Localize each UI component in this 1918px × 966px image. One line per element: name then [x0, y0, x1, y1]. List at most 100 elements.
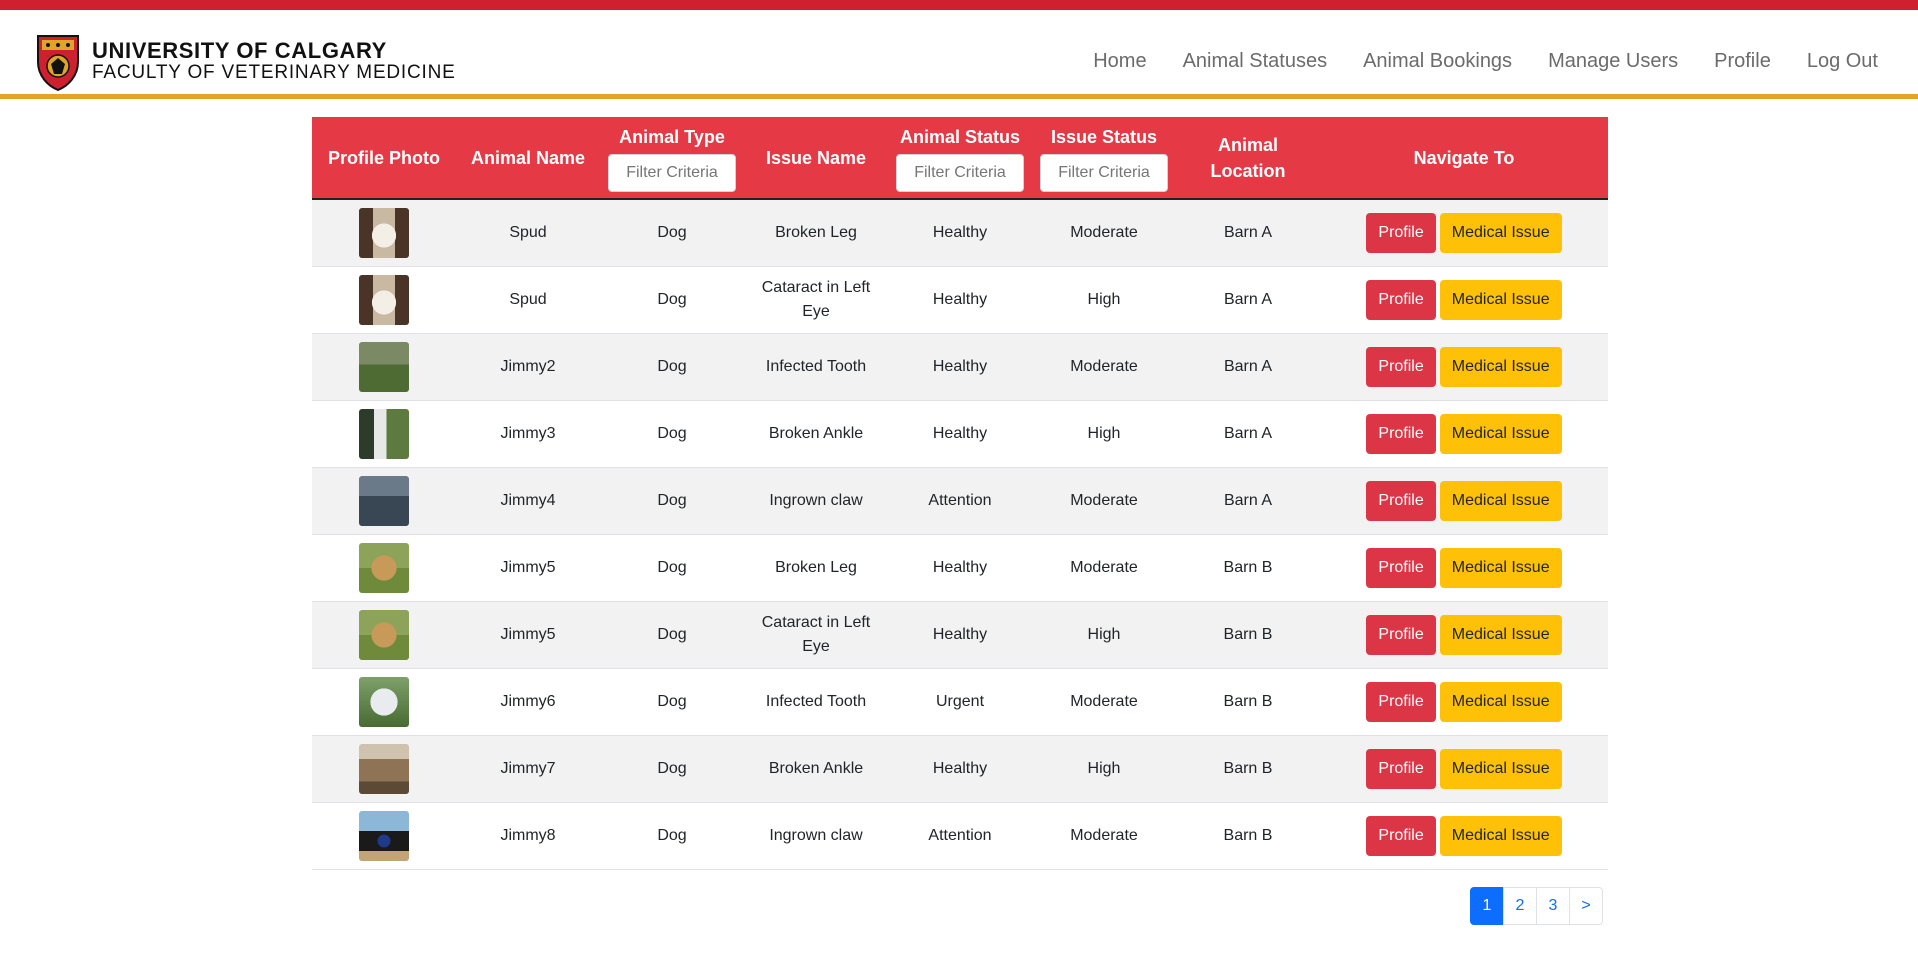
nav-profile[interactable]: Profile	[1714, 50, 1771, 73]
medical-issue-button[interactable]: Medical Issue	[1439, 748, 1562, 789]
issue-status-cell: High	[1032, 400, 1176, 468]
header-issue-status-label: Issue Status	[1050, 126, 1158, 147]
page-3-button[interactable]: 3	[1536, 887, 1570, 925]
issue-status-cell: Moderate	[1032, 802, 1176, 870]
table-row: Jimmy3 Dog Broken Ankle Healthy High Bar…	[312, 400, 1608, 468]
profile-button[interactable]: Profile	[1366, 681, 1436, 722]
issue-status-cell: Moderate	[1032, 333, 1176, 401]
animal-location-cell: Barn A	[1176, 266, 1320, 334]
issue-name-cell: Ingrown claw	[744, 802, 888, 870]
animal-location-cell: Barn A	[1176, 467, 1320, 535]
animal-photo[interactable]	[359, 207, 409, 258]
table-row: Jimmy4 Dog Ingrown claw Attention Modera…	[312, 467, 1608, 535]
animal-type-cell: Dog	[600, 601, 744, 669]
header-issue-name: Issue Name	[744, 117, 888, 200]
table-row: Spud Dog Cataract in Left Eye Healthy Hi…	[312, 266, 1608, 334]
animal-photo[interactable]	[359, 274, 409, 325]
medical-issue-button[interactable]: Medical Issue	[1439, 614, 1562, 655]
header-animal-type: Animal Type	[600, 117, 744, 200]
animal-name-cell: Jimmy4	[456, 467, 600, 535]
profile-button[interactable]: Profile	[1366, 614, 1436, 655]
issue-name-cell: Broken Leg	[744, 534, 888, 602]
animal-name-cell: Spud	[456, 266, 600, 334]
animal-status-cell: Urgent	[888, 668, 1032, 736]
medical-issue-button[interactable]: Medical Issue	[1439, 212, 1562, 253]
animal-location-cell: Barn B	[1176, 534, 1320, 602]
table-row: Jimmy5 Dog Cataract in Left Eye Healthy …	[312, 601, 1608, 669]
issue-status-filter[interactable]	[1040, 153, 1168, 192]
animal-location-cell: Barn A	[1176, 199, 1320, 267]
top-brand-bar	[0, 0, 1918, 10]
animal-status-cell: Attention	[888, 802, 1032, 870]
issue-name-cell: Broken Ankle	[744, 735, 888, 803]
page-1-button[interactable]: 1	[1470, 887, 1504, 925]
animal-name-cell: Jimmy5	[456, 534, 600, 602]
animal-name-cell: Jimmy8	[456, 802, 600, 870]
animal-status-cell: Healthy	[888, 266, 1032, 334]
animal-type-cell: Dog	[600, 333, 744, 401]
issue-status-cell: High	[1032, 601, 1176, 669]
nav-manage-users[interactable]: Manage Users	[1548, 50, 1678, 73]
brand-title: UNIVERSITY OF CALGARY	[92, 38, 387, 63]
animal-photo[interactable]	[359, 475, 409, 526]
site-header: UNIVERSITY OF CALGARY FACULTY OF VETERIN…	[0, 10, 1918, 96]
issue-status-cell: Moderate	[1032, 199, 1176, 267]
nav-animal-bookings[interactable]: Animal Bookings	[1363, 50, 1512, 73]
main-nav: Home Animal Statuses Animal Bookings Man…	[1057, 50, 1878, 73]
profile-button[interactable]: Profile	[1366, 346, 1436, 387]
table-row: Jimmy2 Dog Infected Tooth Healthy Modera…	[312, 333, 1608, 401]
medical-issue-button[interactable]: Medical Issue	[1439, 815, 1562, 856]
profile-button[interactable]: Profile	[1366, 547, 1436, 588]
animal-photo[interactable]	[359, 408, 409, 459]
profile-button[interactable]: Profile	[1366, 748, 1436, 789]
issue-name-cell: Cataract in Left Eye	[744, 601, 888, 669]
animal-status-cell: Healthy	[888, 400, 1032, 468]
animal-type-cell: Dog	[600, 534, 744, 602]
table-row: Jimmy8 Dog Ingrown claw Attention Modera…	[312, 802, 1608, 870]
animal-type-filter[interactable]	[608, 153, 736, 192]
issue-status-cell: Moderate	[1032, 534, 1176, 602]
issue-status-cell: High	[1032, 266, 1176, 334]
medical-issue-button[interactable]: Medical Issue	[1439, 480, 1562, 521]
table-row: Spud Dog Broken Leg Healthy Moderate Bar…	[312, 199, 1608, 267]
animal-name-cell: Jimmy3	[456, 400, 600, 468]
issue-name-cell: Infected Tooth	[744, 333, 888, 401]
next-page-button[interactable]: >	[1569, 887, 1603, 925]
animal-status-cell: Healthy	[888, 199, 1032, 267]
medical-issue-button[interactable]: Medical Issue	[1439, 681, 1562, 722]
animal-photo[interactable]	[359, 743, 409, 794]
brand-subtitle: FACULTY OF VETERINARY MEDICINE	[92, 62, 456, 83]
page-2-button[interactable]: 2	[1503, 887, 1537, 925]
animal-type-cell: Dog	[600, 467, 744, 535]
animal-photo[interactable]	[359, 542, 409, 593]
animal-location-cell: Barn B	[1176, 601, 1320, 669]
header-profile-photo: Profile Photo	[312, 117, 456, 200]
nav-log-out[interactable]: Log Out	[1807, 50, 1878, 73]
animal-status-cell: Healthy	[888, 534, 1032, 602]
animal-status-filter[interactable]	[896, 153, 1024, 192]
medical-issue-button[interactable]: Medical Issue	[1439, 413, 1562, 454]
animal-photo[interactable]	[359, 609, 409, 660]
animal-photo[interactable]	[359, 341, 409, 392]
profile-button[interactable]: Profile	[1366, 413, 1436, 454]
header-divider	[0, 94, 1918, 99]
profile-button[interactable]: Profile	[1366, 212, 1436, 253]
brand-logo[interactable]: UNIVERSITY OF CALGARY FACULTY OF VETERIN…	[34, 32, 456, 92]
animal-photo[interactable]	[359, 676, 409, 727]
animal-name-cell: Jimmy2	[456, 333, 600, 401]
medical-issue-button[interactable]: Medical Issue	[1439, 279, 1562, 320]
medical-issue-button[interactable]: Medical Issue	[1439, 346, 1562, 387]
animal-location-cell: Barn B	[1176, 735, 1320, 803]
animal-type-cell: Dog	[600, 266, 744, 334]
nav-animal-statuses[interactable]: Animal Statuses	[1183, 50, 1328, 73]
medical-issue-button[interactable]: Medical Issue	[1439, 547, 1562, 588]
animal-location-cell: Barn A	[1176, 400, 1320, 468]
profile-button[interactable]: Profile	[1366, 279, 1436, 320]
nav-home[interactable]: Home	[1093, 50, 1146, 73]
issue-name-cell: Broken Leg	[744, 199, 888, 267]
profile-button[interactable]: Profile	[1366, 480, 1436, 521]
animal-photo[interactable]	[359, 810, 409, 861]
animal-type-cell: Dog	[600, 400, 744, 468]
profile-button[interactable]: Profile	[1366, 815, 1436, 856]
issue-status-cell: Moderate	[1032, 668, 1176, 736]
